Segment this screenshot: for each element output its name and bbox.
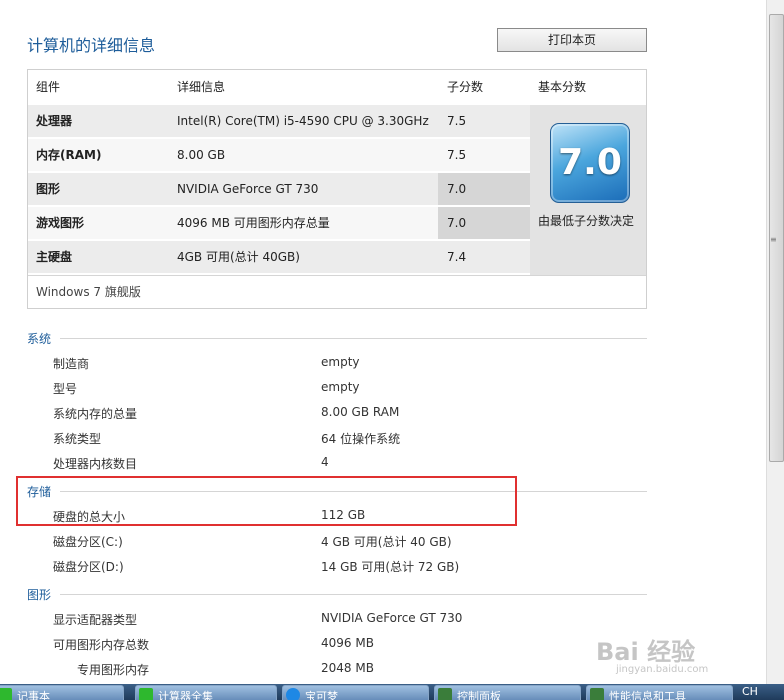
info-value: 4 GB 可用(总计 40 GB): [321, 535, 452, 549]
component-score: 7.0: [438, 207, 539, 239]
print-page-button[interactable]: 打印本页: [497, 28, 647, 52]
taskbar-button-performance[interactable]: 性能信息和工具: [586, 685, 733, 700]
component-name: 图形: [36, 182, 61, 196]
score-table: 组件 详细信息 子分数 基本分数 处理器 Intel(R) Core(TM) i…: [27, 69, 647, 309]
info-label: 制造商: [53, 357, 90, 371]
taskbar-label: 宝可梦: [305, 690, 338, 700]
taskbar: 记事本 计算器全集 宝可梦 控制面板 性能信息和工具 CH: [0, 684, 784, 700]
taskbar-label: 性能信息和工具: [609, 690, 686, 700]
browser-icon: [286, 688, 300, 700]
info-label: 磁盘分区(C:): [53, 535, 123, 549]
table-row: 内存(RAM) 8.00 GB 7.5: [28, 139, 530, 171]
watermark-url: jingyan.baidu.com: [616, 664, 709, 675]
component-detail: 4096 MB 可用图形内存总量: [177, 216, 330, 230]
windows-edition: Windows 7 旗舰版: [36, 285, 141, 299]
info-value: 14 GB 可用(总计 72 GB): [321, 560, 460, 574]
divider: [60, 594, 647, 595]
component-name: 内存(RAM): [36, 148, 102, 162]
base-score-panel: 7.0 由最低子分数决定: [530, 105, 646, 275]
table-row: 图形 NVIDIA GeForce GT 730 7.0: [28, 173, 539, 205]
column-header-detail: 详细信息: [177, 80, 226, 94]
info-value: 4: [321, 455, 329, 469]
taskbar-button-browser[interactable]: 宝可梦: [282, 685, 429, 700]
component-name: 处理器: [36, 114, 73, 128]
base-score-badge: 7.0: [550, 123, 630, 203]
info-value: 4096 MB: [321, 636, 374, 650]
divider: [28, 275, 646, 276]
table-row: 游戏图形 4096 MB 可用图形内存总量 7.0: [28, 207, 539, 239]
scrollbar-grip-icon: ≡: [770, 235, 777, 244]
language-indicator[interactable]: CH: [742, 685, 758, 698]
info-value: empty: [321, 355, 360, 369]
info-value: 64 位操作系统: [321, 432, 401, 446]
storage-highlight-box: [16, 476, 517, 526]
component-score: 7.5: [447, 148, 467, 162]
component-name: 游戏图形: [36, 216, 85, 230]
watermark-logo: Bai 经验: [596, 638, 696, 666]
component-detail: 8.00 GB: [177, 148, 226, 162]
vertical-scrollbar[interactable]: [766, 0, 784, 684]
info-label: 处理器内核数目: [53, 457, 138, 471]
notepad-icon: [0, 688, 12, 700]
info-label: 型号: [53, 382, 78, 396]
table-row: 处理器 Intel(R) Core(TM) i5-4590 CPU @ 3.30…: [28, 105, 530, 137]
base-score-note: 由最低子分数决定: [538, 214, 635, 228]
info-value: 2048 MB: [321, 661, 374, 675]
page-title: 计算机的详细信息: [27, 36, 156, 55]
table-row: 主硬盘 4GB 可用(总计 40GB) 7.4: [28, 241, 530, 273]
component-detail: Intel(R) Core(TM) i5-4590 CPU @ 3.30GHz: [177, 114, 429, 128]
taskbar-label: 记事本: [17, 690, 50, 700]
column-header-basescore: 基本分数: [538, 80, 587, 94]
component-score: 7.5: [447, 114, 467, 128]
info-label: 专用图形内存: [77, 663, 150, 677]
control-panel-icon: [438, 688, 452, 700]
taskbar-label: 计算器全集: [158, 690, 213, 700]
taskbar-button-notepad[interactable]: 记事本: [0, 685, 124, 700]
calculator-icon: [139, 688, 153, 700]
component-detail: NVIDIA GeForce GT 730: [177, 182, 319, 196]
info-label: 显示适配器类型: [53, 613, 138, 627]
taskbar-label: 控制面板: [457, 690, 501, 700]
info-value: 8.00 GB RAM: [321, 405, 400, 419]
info-label: 系统内存的总量: [53, 407, 138, 421]
info-label: 系统类型: [53, 432, 102, 446]
performance-icon: [590, 688, 604, 700]
taskbar-button-control-panel[interactable]: 控制面板: [434, 685, 581, 700]
component-detail: 4GB 可用(总计 40GB): [177, 250, 300, 264]
info-value: NVIDIA GeForce GT 730: [321, 611, 463, 625]
component-name: 主硬盘: [36, 250, 73, 264]
component-score: 7.0: [438, 173, 539, 205]
component-score: 7.4: [447, 250, 467, 264]
column-header-component: 组件: [36, 80, 61, 94]
info-label: 可用图形内存总数: [53, 638, 150, 652]
section-heading-system: 系统: [27, 332, 52, 346]
info-value: empty: [321, 380, 360, 394]
divider: [60, 338, 647, 339]
column-header-subscore: 子分数: [447, 80, 484, 94]
info-label: 磁盘分区(D:): [53, 560, 124, 574]
section-heading-graphics: 图形: [27, 588, 52, 602]
details-page: 计算机的详细信息 打印本页 组件 详细信息 子分数 基本分数 处理器 Intel…: [0, 0, 766, 684]
taskbar-button-calculator[interactable]: 计算器全集: [135, 685, 277, 700]
